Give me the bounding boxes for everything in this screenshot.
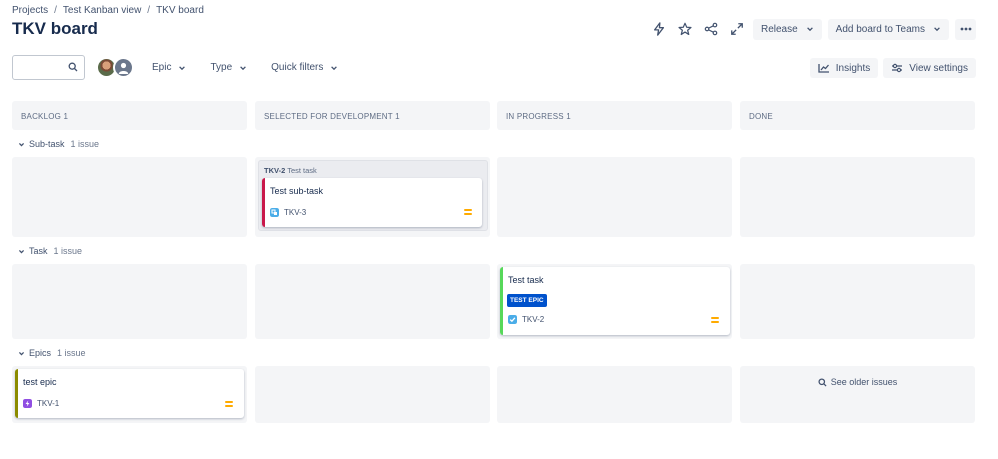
toolbar-right: Insights View settings [809, 58, 976, 78]
swimlane-name: Task [29, 246, 48, 256]
parent-issue-title: Test task [287, 166, 317, 175]
breadcrumb-separator: / [54, 5, 57, 16]
more-icon[interactable] [955, 18, 976, 40]
chevron-down-icon [934, 27, 940, 32]
board-cell [12, 157, 247, 237]
board-cell [740, 157, 975, 237]
board-cell [740, 264, 975, 339]
share-icon[interactable] [701, 18, 721, 40]
chevron-down-icon [18, 142, 25, 146]
breadcrumb-separator: / [147, 5, 151, 16]
card-key: TKV-2 [522, 315, 545, 324]
breadcrumb: Projects / Test Kanban view / TKV board [12, 5, 204, 16]
column-header-backlog: BACKLOG 1 [12, 101, 247, 130]
card-title: test epic [23, 377, 57, 387]
filter-label: Type [210, 62, 233, 73]
swimlane-count: 1 issue [53, 246, 83, 256]
search-icon [68, 62, 78, 72]
card-color-bar [15, 369, 18, 418]
settings-sliders-icon [892, 63, 903, 73]
parent-issue-label: TKV-2 Test task [264, 166, 317, 175]
filter-type[interactable]: Type [210, 62, 247, 73]
view-settings-button[interactable]: View settings [883, 58, 976, 78]
chevron-down-icon [18, 249, 25, 253]
add-board-to-teams-button[interactable]: Add board to Teams [827, 18, 949, 40]
board-cell [255, 264, 490, 339]
swimlane-header-epics[interactable]: Epics 1 issue [18, 348, 86, 358]
chevron-down-icon [806, 27, 813, 32]
filter-label: Quick filters [271, 62, 324, 73]
chevron-down-icon [18, 351, 25, 355]
issue-card-tkv-3[interactable]: Test sub-task TKV-3 [262, 178, 482, 227]
chevron-down-icon [240, 65, 246, 70]
view-settings-label: View settings [909, 62, 968, 74]
add-teams-label: Add board to Teams [835, 23, 925, 35]
insights-label: Insights [835, 62, 871, 74]
search-box [12, 55, 85, 80]
filter-label: Epic [152, 62, 172, 73]
filter-epic[interactable]: Epic [152, 62, 186, 73]
swimlane-name: Sub-task [29, 139, 65, 149]
board-cell [497, 366, 732, 423]
card-key: TKV-1 [37, 399, 60, 408]
swimlane-header-task[interactable]: Task 1 issue [18, 246, 82, 256]
swimlane-header-subtask[interactable]: Sub-task 1 issue [18, 139, 99, 149]
swimlane-count: 1 issue [57, 348, 86, 358]
swimlane-name: Epics [29, 348, 52, 358]
priority-medium-icon [225, 401, 233, 407]
chevron-down-icon [179, 65, 186, 70]
card-color-bar [262, 178, 265, 227]
card-title: Test task [508, 275, 544, 285]
filter-quick-filters[interactable]: Quick filters [271, 62, 338, 73]
card-color-bar [500, 267, 503, 335]
header-actions: Release Add board to Teams [649, 18, 976, 40]
see-older-issues-link[interactable]: See older issues [740, 366, 975, 387]
avatar[interactable] [113, 57, 134, 78]
board-cell [497, 157, 732, 237]
breadcrumb-projects[interactable]: Projects [12, 5, 48, 16]
breadcrumb-project[interactable]: Test Kanban view [63, 5, 141, 16]
insights-button[interactable]: Insights [809, 58, 879, 78]
board-cell [12, 264, 247, 339]
issue-card-tkv-2[interactable]: Test task TEST EPIC TKV-2 [500, 267, 730, 335]
column-header-in-progress: IN PROGRESS 1 [497, 101, 732, 130]
board-toolbar: Epic Type Quick filters [12, 55, 338, 80]
chevron-down-icon [331, 65, 338, 70]
star-icon[interactable] [675, 18, 695, 40]
column-header-selected: SELECTED FOR DEVELOPMENT 1 [255, 101, 490, 130]
task-icon [508, 315, 517, 324]
parent-issue-key[interactable]: TKV-2 [264, 166, 285, 175]
see-older-label: See older issues [830, 377, 898, 387]
page-title: TKV board [12, 19, 98, 38]
board-cell [255, 366, 490, 423]
issue-card-tkv-1[interactable]: test epic TKV-1 [15, 369, 244, 418]
subtask-icon [270, 208, 279, 217]
swimlane-count: 1 issue [70, 139, 100, 149]
lightning-icon[interactable] [649, 18, 669, 40]
search-input[interactable] [13, 56, 69, 78]
priority-medium-icon [711, 317, 719, 323]
search-icon [818, 377, 827, 387]
expand-icon[interactable] [727, 18, 747, 40]
release-label: Release [760, 23, 798, 35]
avatar-group [96, 57, 134, 78]
epic-badge[interactable]: TEST EPIC [507, 294, 547, 307]
card-title: Test sub-task [270, 186, 324, 196]
priority-medium-icon [464, 209, 472, 215]
breadcrumb-board[interactable]: TKV board [156, 5, 204, 16]
chart-icon [818, 64, 829, 73]
user-icon [118, 62, 129, 74]
epic-icon [23, 399, 32, 408]
column-header-done: DONE [740, 101, 975, 130]
card-key: TKV-3 [284, 208, 307, 217]
release-button[interactable]: Release [752, 18, 822, 40]
